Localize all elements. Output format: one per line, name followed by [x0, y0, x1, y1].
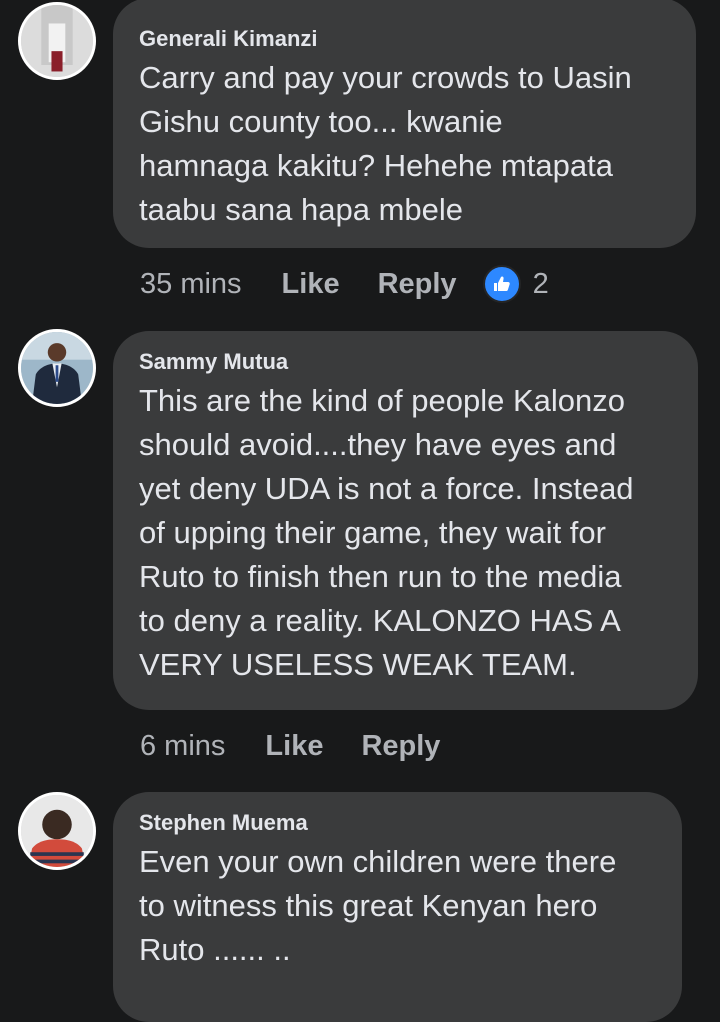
comment-bubble: Stephen Muema Even your own children wer… [113, 792, 682, 1022]
comment-text: This are the kind of people Kalonzo shou… [139, 383, 634, 682]
avatar[interactable] [18, 792, 96, 870]
reaction-count[interactable]: 2 [533, 268, 549, 301]
like-button[interactable]: Like [265, 730, 323, 763]
like-button[interactable]: Like [282, 268, 340, 301]
comment-text: Even your own children were there to wit… [139, 844, 617, 967]
avatar[interactable] [18, 2, 96, 80]
comment-author[interactable]: Generali Kimanzi [139, 26, 670, 52]
comment-actions: 35 mins Like Reply 2 [140, 264, 549, 304]
avatar[interactable] [18, 329, 96, 407]
reply-button[interactable]: Reply [378, 268, 457, 301]
comment-bubble: Generali Kimanzi Carry and pay your crow… [113, 0, 696, 248]
avatar-photo [21, 5, 93, 77]
thumbs-up-icon[interactable] [482, 265, 521, 303]
avatar-photo [21, 332, 93, 404]
comment-author[interactable]: Sammy Mutua [139, 349, 672, 375]
comment-timestamp[interactable]: 35 mins [140, 268, 242, 301]
comment-text: Carry and pay your crowds to Uasin Gishu… [139, 60, 632, 227]
reply-button[interactable]: Reply [361, 730, 440, 763]
avatar-photo [21, 795, 93, 867]
comment-author[interactable]: Stephen Muema [139, 810, 656, 836]
comment-timestamp[interactable]: 6 mins [140, 730, 225, 763]
comment-actions: 6 mins Like Reply [140, 726, 466, 766]
comment-bubble: Sammy Mutua This are the kind of people … [113, 331, 698, 710]
